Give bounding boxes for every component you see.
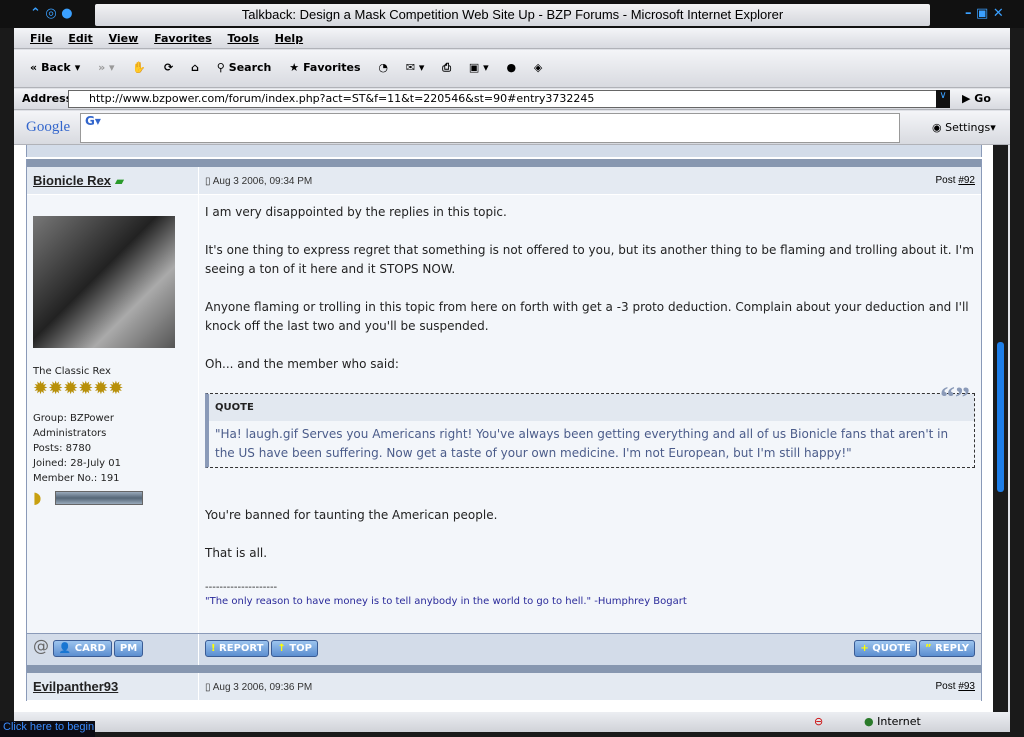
post-number: Post #92 bbox=[935, 175, 975, 186]
mask-badge-icon: ◗ bbox=[33, 488, 42, 507]
post-button-row: @ 👤 CARD PM ! REPORT ↑ TOP + QUOTE” REPLY bbox=[27, 633, 981, 665]
menu-edit[interactable]: Edit bbox=[68, 32, 92, 45]
quote-label: QUOTE bbox=[215, 402, 254, 413]
status-bar-image bbox=[55, 490, 144, 505]
avatar bbox=[33, 216, 175, 348]
back-button[interactable]: «Back ▾ bbox=[30, 61, 80, 74]
favorites-button[interactable]: ★ Favorites bbox=[289, 61, 360, 74]
mask-icon: ▰ bbox=[114, 174, 125, 188]
mail-icon[interactable]: ✉ ▾ bbox=[406, 61, 425, 74]
next-post-date: ▯ Aug 3 2006, 09:36 PM bbox=[205, 682, 313, 693]
zone-indicator: ● Internet bbox=[864, 715, 921, 728]
window-controls[interactable]: – ▣ ✕ bbox=[965, 6, 1004, 21]
stop-icon[interactable]: ✋ bbox=[132, 61, 146, 74]
separator bbox=[27, 665, 981, 673]
window-title: Talkback: Design a Mask Competition Web … bbox=[95, 4, 930, 26]
google-g-icon[interactable]: G▾ bbox=[81, 110, 105, 132]
next-author-link[interactable]: Evilpanther93 bbox=[33, 679, 118, 694]
top-button[interactable]: ↑ TOP bbox=[271, 640, 319, 657]
toolbar: «Back ▾ » ▾ ✋ ⟳ ⌂ ⚲ Search ★ Favorites ◔ ✉… bbox=[14, 50, 1010, 88]
signature: "The only reason to have money is to tel… bbox=[205, 596, 687, 607]
address-label: Address bbox=[22, 92, 73, 105]
next-post-number: Post #93 bbox=[935, 681, 975, 692]
menu-view[interactable]: View bbox=[109, 32, 139, 45]
back-icon: « bbox=[30, 61, 38, 74]
start-tip[interactable]: Click here to begin bbox=[0, 721, 95, 737]
user-title: The Classic Rex bbox=[33, 366, 111, 377]
star-icon: ★ bbox=[289, 61, 300, 74]
address-input[interactable]: http://www.bzpower.com/forum/index.php?a… bbox=[68, 90, 950, 108]
title-bar: ⌃ ◎ ● Talkback: Design a Mask Competitio… bbox=[0, 0, 1024, 28]
post: Bionicle Rex ▰ ▯ Aug 3 2006, 09:34 PM Po… bbox=[26, 159, 982, 701]
forward-button[interactable]: » ▾ bbox=[98, 61, 114, 74]
post-paragraph: I am very disappointed by the replies in… bbox=[205, 205, 507, 219]
post-paragraph: Anyone flaming or trolling in this topic… bbox=[205, 300, 969, 333]
offline-icon: @ bbox=[33, 636, 49, 655]
discuss-icon[interactable]: ● bbox=[506, 61, 516, 74]
user-member-no: Member No.: 191 bbox=[33, 473, 120, 484]
google-logo: Google bbox=[26, 119, 71, 135]
menu-bar: File Edit View Favorites Tools Help bbox=[14, 28, 1010, 49]
post-paragraph: Oh... and the member who said: bbox=[205, 357, 399, 371]
quote-text: "Ha! laugh.gif Serves you Americans righ… bbox=[209, 421, 974, 467]
menu-tools[interactable]: Tools bbox=[227, 32, 258, 45]
report-button[interactable]: ! REPORT bbox=[205, 640, 270, 657]
card-button[interactable]: 👤 CARD bbox=[52, 640, 112, 657]
scrollbar-thumb[interactable] bbox=[997, 342, 1004, 492]
quote-marks-icon: “” bbox=[940, 381, 970, 414]
home-icon[interactable]: ⌂ bbox=[191, 61, 199, 74]
menu-favorites[interactable]: Favorites bbox=[154, 32, 211, 45]
quote-button[interactable]: + QUOTE bbox=[854, 640, 918, 657]
post-paragraph: It's one thing to express regret that so… bbox=[205, 243, 974, 276]
user-joined: Joined: 28-July 01 bbox=[33, 458, 122, 469]
edit-icon[interactable]: ▣ ▾ bbox=[469, 61, 489, 74]
refresh-icon[interactable]: ⟳ bbox=[164, 61, 173, 74]
pm-button[interactable]: PM bbox=[113, 640, 144, 657]
post-link[interactable]: #92 bbox=[958, 175, 975, 186]
popup-blocked-icon[interactable]: ⊖ bbox=[814, 715, 823, 728]
signature-divider: -------------------- bbox=[205, 582, 278, 593]
post-body: The Classic Rex ✹✹✹✹✹✹ Group: BZPower Ad… bbox=[27, 195, 981, 633]
search-button[interactable]: ⚲ Search bbox=[217, 61, 272, 74]
search-icon: ⚲ bbox=[216, 61, 225, 74]
page-content: Bionicle Rex ▰ ▯ Aug 3 2006, 09:34 PM Po… bbox=[14, 145, 993, 712]
user-posts: Posts: 8780 bbox=[33, 443, 92, 454]
user-group-name: Administrators bbox=[33, 428, 107, 439]
reply-button[interactable]: ” REPLY bbox=[919, 640, 975, 657]
go-button[interactable]: ▶ Go bbox=[962, 92, 991, 105]
quote-block: QUOTE “” "Ha! laugh.gif Serves you Americ… bbox=[205, 383, 975, 468]
window-icons[interactable]: ⌃ ◎ ● bbox=[30, 6, 73, 21]
globe-icon: ● bbox=[864, 715, 874, 728]
address-dropdown[interactable]: ∨ bbox=[936, 90, 950, 108]
settings-button[interactable]: ◉ Settings▾ bbox=[932, 121, 996, 134]
post-paragraph: You're banned for taunting the American … bbox=[205, 508, 498, 522]
rank-gears-icon: ✹✹✹✹✹✹ bbox=[33, 378, 124, 399]
menu-file[interactable]: File bbox=[30, 32, 53, 45]
prev-button-row bbox=[26, 145, 982, 157]
google-search-input[interactable]: G▾ bbox=[80, 113, 900, 143]
separator bbox=[27, 159, 981, 167]
messenger-icon[interactable]: ◈ bbox=[534, 61, 542, 74]
menu-help[interactable]: Help bbox=[275, 32, 303, 45]
post-date: ▯ Aug 3 2006, 09:34 PM bbox=[205, 176, 313, 187]
print-icon[interactable]: ⎙ bbox=[442, 61, 451, 75]
history-icon[interactable]: ◔ bbox=[378, 61, 388, 74]
author-link[interactable]: Bionicle Rex bbox=[33, 173, 111, 188]
status-bar: ⊖ ● Internet bbox=[14, 712, 1010, 732]
next-post-header: Evilpanther93 ▯ Aug 3 2006, 09:36 PM Pos… bbox=[27, 673, 981, 701]
user-group: Group: BZPower bbox=[33, 413, 114, 424]
next-post-link[interactable]: #93 bbox=[958, 681, 975, 692]
post-paragraph: That is all. bbox=[205, 546, 268, 560]
post-header: Bionicle Rex ▰ ▯ Aug 3 2006, 09:34 PM Po… bbox=[27, 167, 981, 195]
